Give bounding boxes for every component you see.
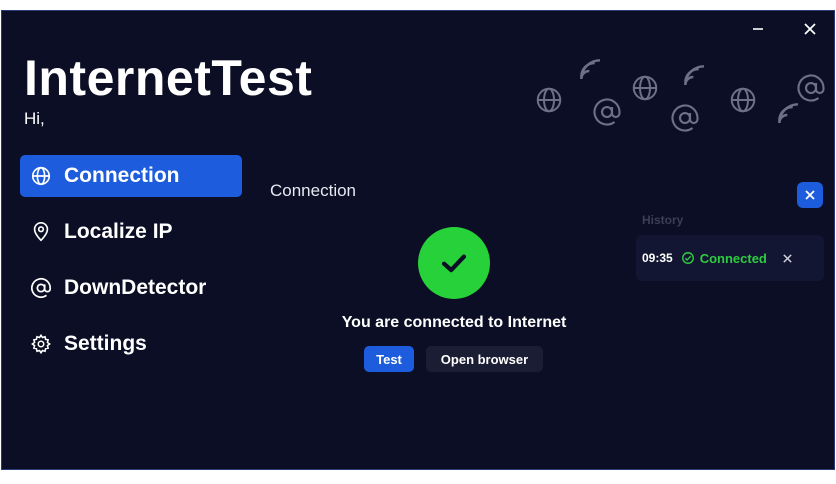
- at-sign-icon: [797, 74, 825, 102]
- at-sign-icon: [30, 277, 52, 299]
- sidebar-nav: Connection Localize IP DownDetector Sett…: [20, 155, 242, 379]
- globe-icon: [536, 87, 562, 113]
- checkmark-icon: [441, 254, 467, 273]
- minimize-icon: [753, 28, 763, 30]
- wifi-icon: [684, 65, 705, 86]
- sidebar-item-label: Settings: [64, 332, 147, 355]
- wifi-icon: [778, 103, 799, 124]
- status-indicator: [418, 227, 490, 299]
- at-sign-icon: [593, 98, 621, 126]
- section-title: Connection: [270, 181, 357, 200]
- globe-icon: [632, 75, 658, 101]
- connection-status-message: You are connected to Internet: [341, 314, 567, 331]
- history-label: History: [642, 213, 684, 227]
- close-icon: [805, 190, 815, 200]
- close-window-button[interactable]: [796, 17, 824, 41]
- history-status: Connected: [699, 250, 767, 266]
- location-pin-icon: [30, 221, 52, 243]
- check-circle-icon: [681, 251, 695, 265]
- app-title: InternetTest: [24, 50, 313, 106]
- close-icon: [783, 253, 793, 263]
- decorative-icons: [522, 41, 832, 141]
- globe-icon: [730, 87, 756, 113]
- greeting-text: Hi,: [24, 109, 45, 128]
- close-icon: [804, 23, 816, 35]
- app-window: InternetTest Hi, Connection Localize IP …: [1, 10, 835, 470]
- close-history-button[interactable]: [797, 182, 823, 208]
- sidebar-item-label: DownDetector: [64, 276, 207, 299]
- history-entry: 09:35 Connected: [636, 235, 824, 281]
- sidebar-item-localize-ip[interactable]: Localize IP: [20, 211, 242, 253]
- at-sign-icon: [671, 104, 699, 132]
- sidebar-item-connection[interactable]: Connection: [20, 155, 242, 197]
- sidebar-item-downdetector[interactable]: DownDetector: [20, 267, 242, 309]
- minimize-button[interactable]: [744, 17, 772, 41]
- history-time: 09:35: [642, 251, 673, 265]
- test-button[interactable]: Test: [364, 346, 414, 372]
- sidebar-item-label: Localize IP: [64, 220, 173, 243]
- sidebar-item-label: Connection: [64, 164, 180, 187]
- remove-history-entry-button[interactable]: [781, 251, 795, 265]
- open-browser-button[interactable]: Open browser: [426, 346, 543, 372]
- globe-icon: [30, 165, 52, 187]
- wifi-icon: [580, 59, 601, 80]
- sidebar-item-settings[interactable]: Settings: [20, 323, 242, 365]
- gear-icon: [30, 333, 52, 355]
